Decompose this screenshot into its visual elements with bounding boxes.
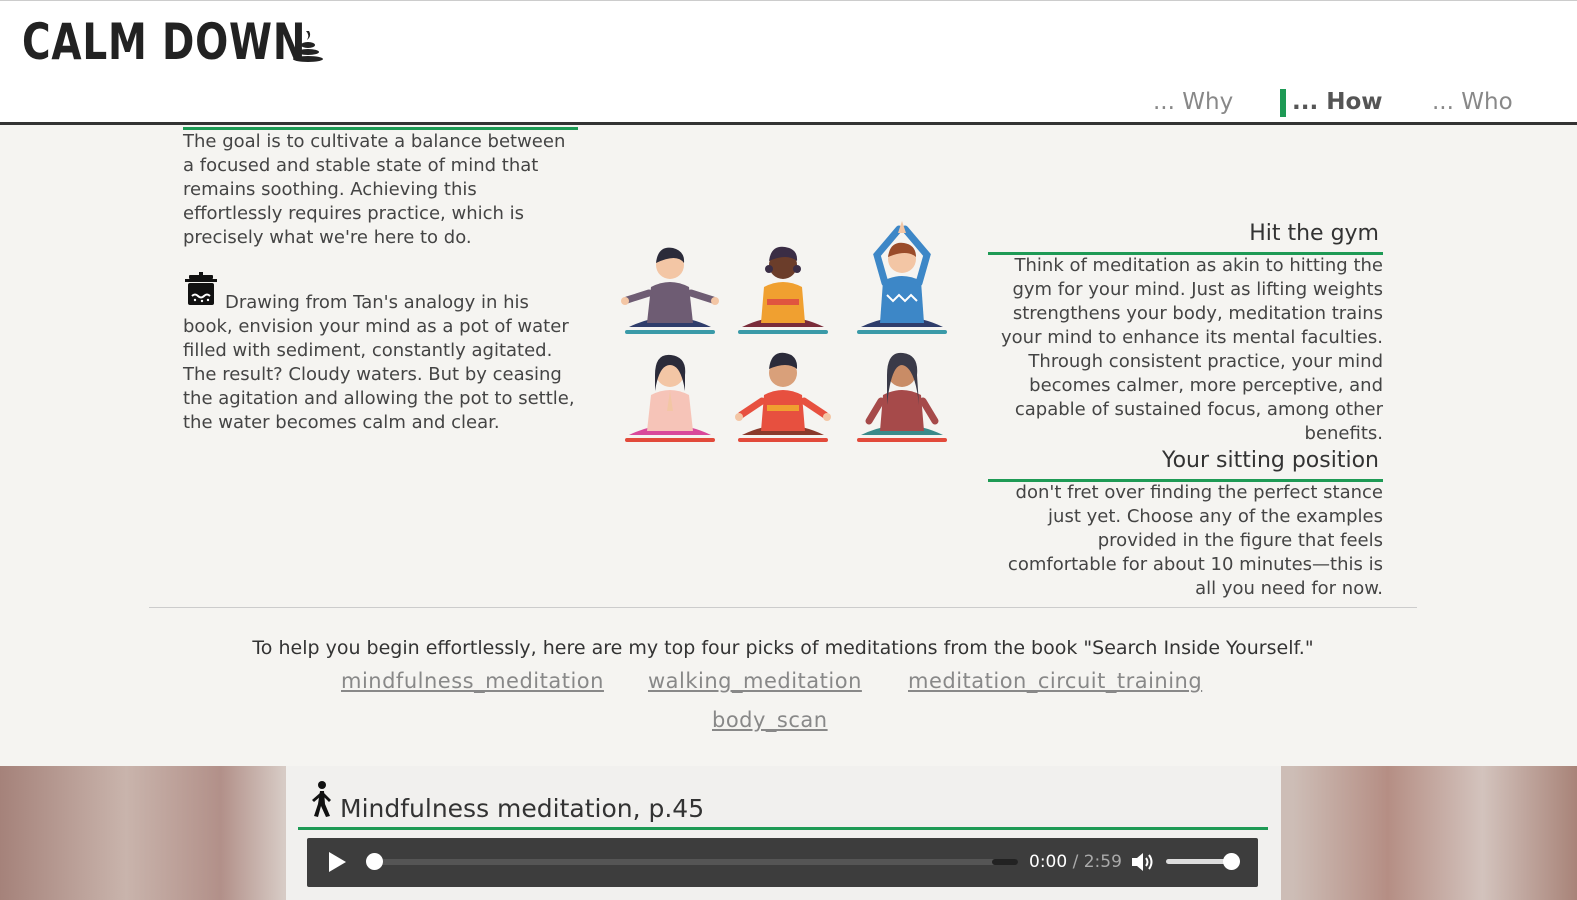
nav-why[interactable]: ... Why <box>1153 89 1233 115</box>
current-time: 0:00 <box>1029 852 1068 872</box>
walking-person-icon <box>312 781 331 817</box>
nav-how[interactable]: ... How <box>1292 89 1383 115</box>
duration: 2:59 <box>1083 852 1122 872</box>
figure-arms-raised <box>857 221 947 334</box>
figure-prayer-hands <box>625 354 715 442</box>
site-logo[interactable]: CALM DOWN <box>22 13 306 71</box>
volume-handle[interactable] <box>1223 853 1240 870</box>
gym-paragraph: Think of meditation as akin to hitting t… <box>1001 255 1383 444</box>
volume-icon[interactable] <box>1130 851 1156 873</box>
accent-line <box>298 827 1268 830</box>
sitting-paragraph: don't fret over finding the perfect stan… <box>1007 482 1383 599</box>
figure-hands-in-lap <box>738 246 828 334</box>
link-mindfulness-meditation[interactable]: mindfulness_meditation <box>341 669 604 693</box>
pot-analogy-paragraph: Drawing from Tan's analogy in his book, … <box>183 292 575 433</box>
seek-bar[interactable] <box>373 859 1018 865</box>
figure-hands-on-knees <box>621 247 719 334</box>
figure-mudra-hands <box>735 352 831 442</box>
nav-active-indicator <box>1280 89 1286 117</box>
time-display: 0:00 / 2:59 <box>1029 852 1122 872</box>
seek-handle[interactable] <box>366 853 383 870</box>
sitting-positions-illustration <box>621 221 947 442</box>
figure-relaxed-seat <box>857 352 947 442</box>
audio-controls: 0:00 / 2:59 <box>307 838 1258 887</box>
link-walking-meditation[interactable]: walking_meditation <box>648 669 862 693</box>
stacked-stones-icon <box>293 31 323 62</box>
seek-bar-buffer <box>992 859 1018 865</box>
play-icon[interactable] <box>329 852 346 872</box>
link-body-scan[interactable]: body_scan <box>712 708 828 732</box>
sitting-heading: Your sitting position <box>1162 448 1379 473</box>
link-meditation-circuit-training[interactable]: meditation_circuit_training <box>908 669 1202 693</box>
section-divider <box>149 607 1417 608</box>
site-header: CALM DOWN ... Why ... How ... Who <box>0 0 1577 125</box>
gym-heading: Hit the gym <box>1249 221 1379 246</box>
nav-who[interactable]: ... Who <box>1432 89 1513 115</box>
time-separator: / <box>1072 852 1079 872</box>
meditations-intro: To help you begin effortlessly, here are… <box>252 637 1314 659</box>
player-title: Mindfulness meditation, p.45 <box>340 794 705 823</box>
goal-paragraph: The goal is to cultivate a balance betwe… <box>183 131 566 248</box>
